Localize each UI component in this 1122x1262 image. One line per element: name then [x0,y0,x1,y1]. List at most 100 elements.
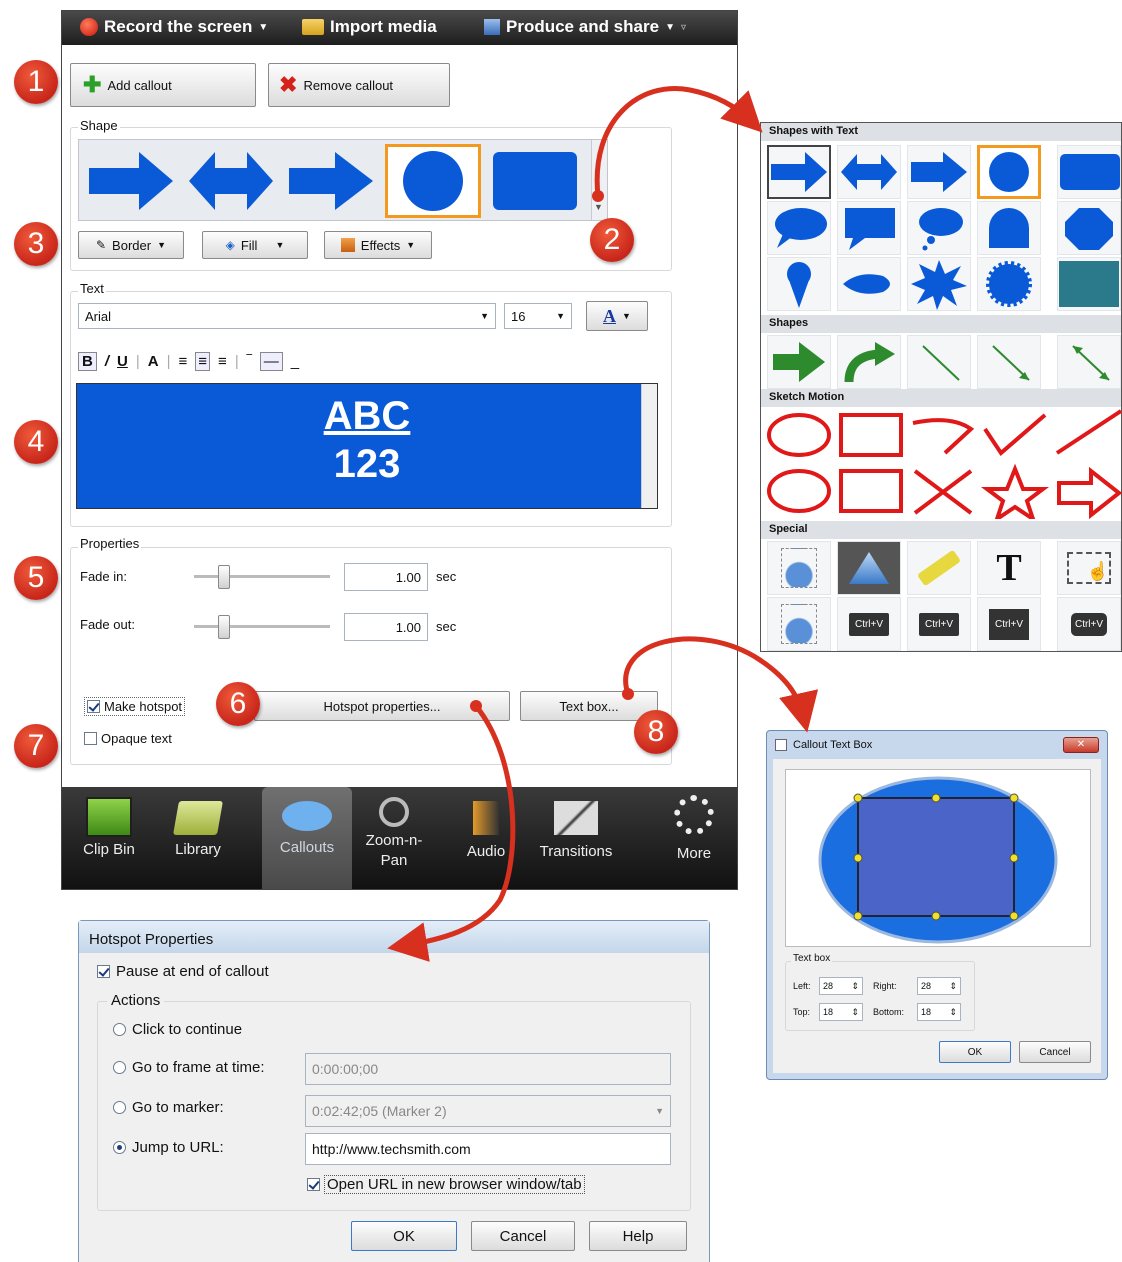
frame-time-input[interactable]: 0:00:00;00 [305,1053,671,1085]
shape-tile-teardrop[interactable] [837,257,901,311]
special-tile-spotlight[interactable] [837,541,901,595]
dialog-title: Hotspot Properties [89,931,214,948]
shape-tile-chevron[interactable] [907,145,971,199]
special-tile-blur[interactable] [767,541,831,595]
cancel-button[interactable]: Cancel [1019,1041,1091,1063]
shape-circle-selected[interactable] [385,144,481,218]
shape-tile-curved-arrow[interactable] [837,335,901,389]
tab-more[interactable]: More [656,791,732,887]
special-tile-text[interactable]: T [977,541,1041,595]
top-spinner[interactable]: 18 ⇕ [819,1003,863,1021]
shape-tile-speech-rect[interactable] [837,201,901,255]
valign-top-icon[interactable]: ‾ [247,353,252,370]
shape-tile-pin[interactable] [767,257,831,311]
shape-tile-teal-rect[interactable] [1057,257,1121,311]
left-spinner[interactable]: 28 ⇕ [819,977,863,995]
text-box-button[interactable]: Text box... [520,691,658,721]
url-input[interactable]: http://www.techsmith.com [305,1133,671,1165]
ok-button[interactable]: OK [939,1041,1011,1063]
slider-thumb[interactable] [218,565,230,589]
opaque-text-checkbox[interactable]: Opaque text [84,731,172,746]
shape-tile-circle-selected[interactable] [977,145,1041,199]
fade-in-input[interactable]: 1.00 [344,563,428,591]
align-right-icon[interactable]: ≡ [218,353,227,370]
text-color-icon[interactable]: A [148,353,159,370]
fade-out-slider[interactable] [194,615,330,639]
tab-clip-bin[interactable]: Clip Bin [68,791,150,887]
pause-checkbox[interactable]: Pause at end of callout [97,963,269,980]
underline-icon[interactable]: U [117,353,128,370]
font-size-select[interactable]: 16 ▼ [504,303,572,329]
bold-icon[interactable]: B [78,351,97,371]
goto-marker-radio[interactable]: Go to marker: [113,1099,224,1116]
valign-middle-icon[interactable]: — [259,351,283,371]
sketch-motion-shapes[interactable] [761,409,1122,519]
special-tile-keystroke-3[interactable]: Ctrl+V [977,597,1041,651]
shape-tile-octagon[interactable] [1057,201,1121,255]
marker-select[interactable]: 0:02:42;05 (Marker 2) ▼ [305,1095,671,1127]
shape-arrow-double[interactable] [185,146,277,216]
open-new-window-checkbox[interactable]: Open URL in new browser window/tab [307,1175,585,1194]
right-spinner[interactable]: 28 ⇕ [917,977,961,995]
shape-tile-double-arrow[interactable] [837,145,901,199]
shape-tile-seal[interactable] [977,257,1041,311]
fade-out-input[interactable]: 1.00 [344,613,428,641]
special-tile-highlight[interactable] [907,541,971,595]
italic-icon[interactable]: / [105,353,109,370]
import-media-button[interactable]: Import media [302,17,437,37]
add-callout-button[interactable]: ✚ Add callout [70,63,256,107]
shape-tile-green-arrow[interactable] [767,335,831,389]
shape-tile-line-arrow[interactable] [977,335,1041,389]
goto-frame-radio[interactable]: Go to frame at time: [113,1059,265,1076]
hotspot-properties-button[interactable]: Hotspot properties... [254,691,510,721]
border-button[interactable]: ✎ Border ▼ [78,231,184,259]
slider-thumb[interactable] [218,615,230,639]
cancel-button[interactable]: Cancel [471,1221,575,1251]
shape-tile-line[interactable] [907,335,971,389]
tab-audio[interactable]: Audio [446,791,526,887]
font-select[interactable]: Arial ▼ [78,303,496,329]
align-center-icon[interactable]: ≡ [195,351,211,371]
shape-tile-thought[interactable] [907,201,971,255]
remove-callout-button[interactable]: ✖ Remove callout [268,63,450,107]
text-preview-area[interactable]: ABC 123 [76,383,658,509]
shape-tile-rounded[interactable] [977,201,1041,255]
make-hotspot-checkbox[interactable]: Make hotspot [84,697,186,716]
shape-tile-burst[interactable] [907,257,971,311]
record-screen-button[interactable]: Record the screen ▼ [80,17,268,37]
special-tile-keystroke-2[interactable]: Ctrl+V [907,597,971,651]
jump-url-radio[interactable]: Jump to URL: [113,1139,224,1156]
help-button[interactable]: Help [589,1221,687,1251]
fade-in-slider[interactable] [194,565,330,589]
tab-zoom-n-pan[interactable]: Zoom-n-Pan [354,791,434,887]
bottom-spinner[interactable]: 18 ⇕ [917,1003,961,1021]
valign-bottom-icon[interactable]: _ [291,353,299,370]
shape-tile-rectangle[interactable] [1057,145,1121,199]
shape-gallery-scrollbar[interactable]: ▼ [591,140,607,220]
special-tile-click-area[interactable]: ☝ [1057,541,1121,595]
preview-scrollbar[interactable] [641,384,657,508]
shape-arrow-right[interactable] [85,146,177,216]
rounded-shape-icon [989,208,1029,248]
special-tile-keystroke-4[interactable]: Ctrl+V [1057,597,1121,651]
font-color-button[interactable]: A ▼ [586,301,648,331]
effects-button[interactable]: Effects ▼ [324,231,432,259]
shape-tile-speech-round[interactable] [767,201,831,255]
close-button[interactable]: ✕ [1063,737,1099,753]
tab-callouts[interactable]: Callouts [262,787,352,889]
shape-arrow-chevron[interactable] [285,146,377,216]
produce-share-button[interactable]: Produce and share ▼ ▿ [484,17,686,37]
special-tile-blur-2[interactable] [767,597,831,651]
special-tile-keystroke-1[interactable]: Ctrl+V [837,597,901,651]
shape-tile-arrow[interactable] [767,145,831,199]
shape-rectangle[interactable] [489,146,581,216]
fill-button[interactable]: ◈ Fill ▼ [202,231,308,259]
bottom-value: 18 [921,1007,932,1017]
align-left-icon[interactable]: ≡ [179,353,188,370]
scroll-down-icon[interactable]: ▼ [594,202,603,212]
click-continue-radio[interactable]: Click to continue [113,1021,242,1038]
tab-library[interactable]: Library [156,791,240,887]
shape-tile-line-double[interactable] [1057,335,1121,389]
tab-transitions[interactable]: Transitions [528,791,624,887]
ok-button[interactable]: OK [351,1221,457,1251]
